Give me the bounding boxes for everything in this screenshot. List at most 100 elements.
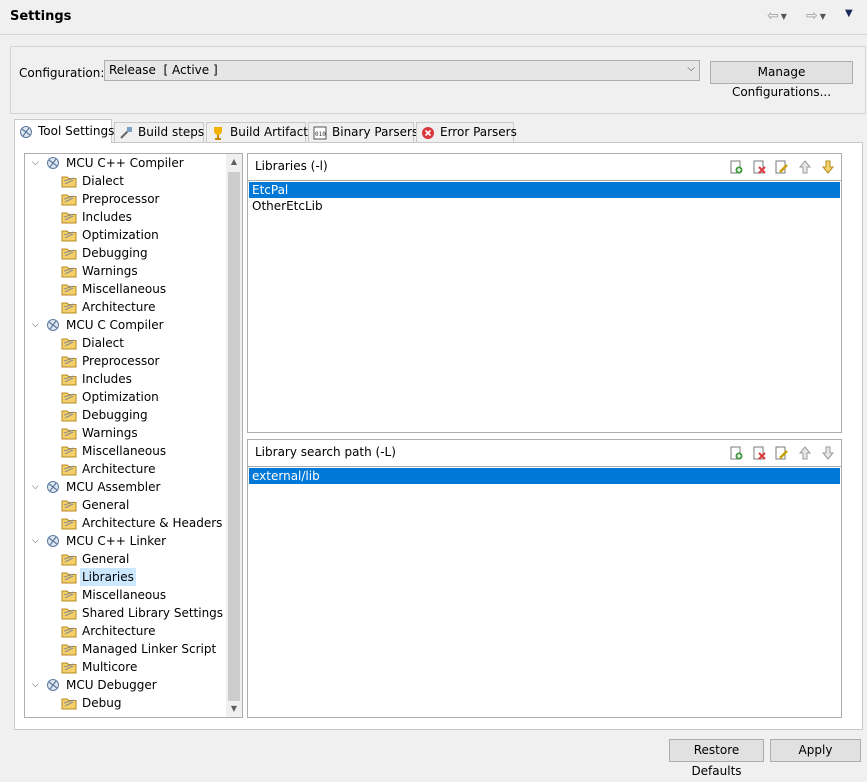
tree-item-label: Shared Library Settings bbox=[82, 606, 224, 620]
tree-item[interactable]: Libraries bbox=[25, 568, 227, 586]
move-up-icon[interactable] bbox=[796, 444, 814, 462]
delete-icon[interactable] bbox=[750, 444, 768, 462]
tree-group[interactable]: ⌵ MCU C Compiler bbox=[25, 316, 227, 334]
build-steps-icon bbox=[119, 126, 133, 140]
tree-item-label: Architecture bbox=[82, 624, 156, 638]
view-menu-icon[interactable]: ▼ bbox=[845, 8, 853, 19]
tree-item-label: Preprocessor bbox=[82, 354, 160, 368]
move-up-icon[interactable] bbox=[796, 158, 814, 176]
delete-icon[interactable] bbox=[750, 158, 768, 176]
list-item[interactable]: external/lib bbox=[249, 468, 840, 484]
tree-item[interactable]: Debug bbox=[25, 694, 227, 712]
tree-item[interactable]: Multicore bbox=[25, 658, 227, 676]
view-menu[interactable]: ▼ bbox=[845, 8, 853, 19]
expand-chevron-icon[interactable]: ⌵ bbox=[32, 532, 39, 550]
tree-item[interactable]: Warnings bbox=[25, 424, 227, 442]
option-folder-icon bbox=[61, 371, 77, 387]
add-icon[interactable] bbox=[727, 444, 745, 462]
expand-chevron-icon[interactable]: ⌵ bbox=[32, 154, 39, 172]
tree-item[interactable]: Architecture bbox=[25, 298, 227, 316]
forward-nav[interactable]: ⇨ ▼ bbox=[806, 8, 826, 24]
tab-build-steps[interactable]: Build steps bbox=[114, 122, 204, 142]
tree-group[interactable]: ⌵ MCU C++ Compiler bbox=[25, 154, 227, 172]
tree-item[interactable]: Includes bbox=[25, 208, 227, 226]
expand-chevron-icon[interactable]: ⌵ bbox=[32, 478, 39, 496]
tree-item-label: Preprocessor bbox=[82, 192, 160, 206]
tree-item[interactable]: Optimization bbox=[25, 226, 227, 244]
tree-item-label: Debug bbox=[82, 696, 122, 710]
back-nav[interactable]: ⇦ ▼ bbox=[767, 8, 787, 24]
move-down-icon[interactable] bbox=[819, 444, 837, 462]
search-path-list[interactable]: external/lib bbox=[249, 468, 840, 484]
tree-item[interactable]: Miscellaneous bbox=[25, 280, 227, 298]
option-folder-icon bbox=[61, 605, 77, 621]
tree-item[interactable]: Managed Linker Script bbox=[25, 640, 227, 658]
tree-item[interactable]: Miscellaneous bbox=[25, 442, 227, 460]
tree-item[interactable]: Dialect bbox=[25, 334, 227, 352]
tree-group[interactable]: ⌵ MCU Assembler bbox=[25, 478, 227, 496]
tree-item[interactable]: Preprocessor bbox=[25, 190, 227, 208]
search-path-toolbar bbox=[727, 444, 837, 462]
expand-chevron-icon[interactable]: ⌵ bbox=[32, 676, 39, 694]
tab-tool-settings[interactable]: Tool Settings bbox=[14, 119, 115, 143]
tree-item[interactable]: Debugging bbox=[25, 406, 227, 424]
tree-item[interactable]: General bbox=[25, 550, 227, 568]
restore-defaults-button[interactable]: Restore Defaults bbox=[669, 739, 764, 778]
tree-group-label: MCU C++ Linker bbox=[66, 534, 167, 548]
tree-group[interactable]: ⌵ MCU Debugger bbox=[25, 676, 227, 694]
tab-label: Error Parsers bbox=[440, 125, 517, 139]
option-folder-icon bbox=[61, 497, 77, 513]
tree-item[interactable]: Architecture & Headers bbox=[25, 514, 227, 532]
binary-parsers-icon: 010 bbox=[313, 126, 327, 140]
scroll-up-icon[interactable]: ▲ bbox=[226, 154, 242, 170]
tree-group[interactable]: ⌵ MCU C++ Linker bbox=[25, 532, 227, 550]
tree-item[interactable]: Debugging bbox=[25, 244, 227, 262]
tool-settings-icon bbox=[19, 125, 33, 139]
tab-label: Build Artifact bbox=[230, 125, 308, 139]
tab-binary-parsers[interactable]: 010 Binary Parsers bbox=[308, 122, 418, 142]
tool-gear-icon bbox=[46, 678, 60, 692]
libraries-list[interactable]: EtcPal OtherEtcLib bbox=[249, 182, 840, 214]
tab-label: Tool Settings bbox=[38, 124, 115, 138]
tree-item[interactable]: Warnings bbox=[25, 262, 227, 280]
option-folder-icon bbox=[61, 443, 77, 459]
configuration-select[interactable]: Release [ Active ] ⌵ bbox=[104, 60, 700, 81]
tab-error-parsers[interactable]: Error Parsers bbox=[416, 122, 517, 142]
list-item[interactable]: EtcPal bbox=[249, 182, 840, 198]
move-down-icon[interactable] bbox=[819, 158, 837, 176]
tree-item[interactable]: Architecture bbox=[25, 460, 227, 478]
tab-build-artifact[interactable]: Build Artifact bbox=[206, 122, 308, 142]
tree-item[interactable]: Dialect bbox=[25, 172, 227, 190]
libraries-toolbar bbox=[727, 158, 837, 176]
tree-item[interactable]: Includes bbox=[25, 370, 227, 388]
forward-arrow-icon[interactable]: ⇨ bbox=[806, 8, 818, 24]
configuration-panel: Configuration: Release [ Active ] ⌵ Mana… bbox=[10, 46, 866, 114]
scroll-down-icon[interactable]: ▼ bbox=[226, 701, 242, 717]
option-folder-icon bbox=[61, 659, 77, 675]
back-dropdown-icon[interactable]: ▼ bbox=[781, 12, 787, 21]
apply-button[interactable]: Apply bbox=[770, 739, 861, 762]
libraries-header: Libraries (-l) bbox=[248, 154, 841, 181]
option-folder-icon bbox=[61, 407, 77, 423]
expand-chevron-icon[interactable]: ⌵ bbox=[32, 316, 39, 334]
back-arrow-icon[interactable]: ⇦ bbox=[767, 8, 779, 24]
tree-scrollbar[interactable]: ▲ ▼ bbox=[226, 154, 242, 717]
manage-configurations-button[interactable]: Manage Configurations... bbox=[710, 61, 853, 99]
tree-item-label: Optimization bbox=[82, 228, 159, 242]
option-folder-icon bbox=[61, 461, 77, 477]
tree-item[interactable]: Shared Library Settings bbox=[25, 604, 227, 622]
scrollbar-thumb[interactable] bbox=[228, 172, 240, 701]
forward-dropdown-icon[interactable]: ▼ bbox=[820, 12, 826, 21]
option-folder-icon bbox=[61, 389, 77, 405]
tree-item[interactable]: Preprocessor bbox=[25, 352, 227, 370]
option-folder-icon bbox=[61, 551, 77, 567]
tree-item[interactable]: Architecture bbox=[25, 622, 227, 640]
tree-item[interactable]: Miscellaneous bbox=[25, 586, 227, 604]
edit-icon[interactable] bbox=[773, 158, 791, 176]
list-item[interactable]: OtherEtcLib bbox=[249, 198, 840, 214]
tree-item[interactable]: Optimization bbox=[25, 388, 227, 406]
tree-item[interactable]: General bbox=[25, 496, 227, 514]
edit-icon[interactable] bbox=[773, 444, 791, 462]
tab-label: Binary Parsers bbox=[332, 125, 419, 139]
add-icon[interactable] bbox=[727, 158, 745, 176]
